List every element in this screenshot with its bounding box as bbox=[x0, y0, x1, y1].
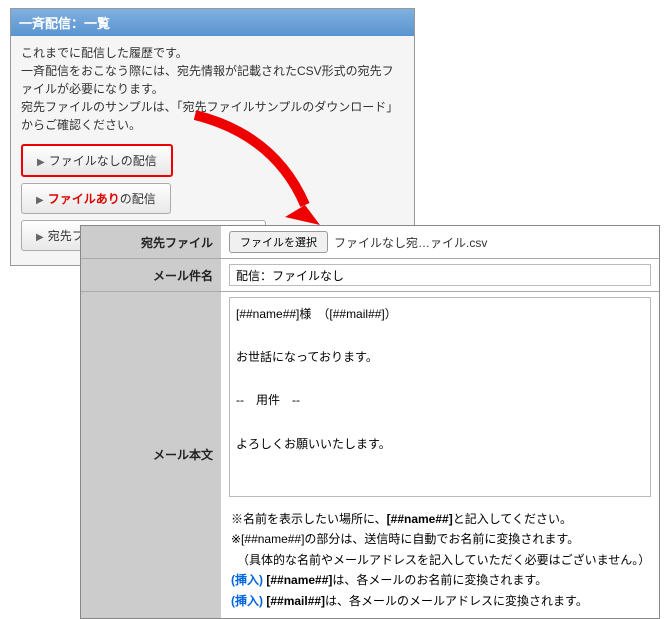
insert-label[interactable]: (挿入) bbox=[231, 594, 263, 608]
button-label: ファイルなしの配信 bbox=[49, 154, 157, 168]
desc-line: 一斉配信をおこなう際には、宛先情報が記載されたCSV形式の宛先ファイルが必要にな… bbox=[21, 62, 404, 98]
choose-file-button[interactable]: ファイルを選択 bbox=[229, 231, 328, 253]
recipient-file-row: 宛先ファイル ファイルを選択 ファイルなし宛…ァイル.csv bbox=[81, 226, 659, 259]
note-line: ※名前を表示したい場所に、[##name##]と記入してください。 bbox=[231, 509, 649, 529]
field-label: 宛先ファイル bbox=[81, 226, 221, 258]
button-label-strong: ファイルあり bbox=[48, 192, 120, 206]
field-value bbox=[221, 259, 659, 291]
triangle-icon: ▶ bbox=[37, 157, 45, 168]
note-line: (挿入) [##mail##]は、各メールのメールアドレスに変換されます。 bbox=[231, 591, 649, 611]
button-label-rest: の配信 bbox=[120, 192, 156, 206]
note-line: ※[##name##]の部分は、送信時に自動でお名前に変換されます。 bbox=[231, 529, 649, 549]
placeholder-token: [##name##] bbox=[266, 573, 332, 587]
body-row: メール本文 ※名前を表示したい場所に、[##name##]と記入してください。 … bbox=[81, 292, 659, 618]
panel-description: これまでに配信した履歴です。 一斉配信をおこなう際には、宛先情報が記載されたCS… bbox=[21, 44, 404, 134]
send-without-file-button[interactable]: ▶ ファイルなしの配信 bbox=[21, 144, 173, 177]
placeholder-token: [##name##] bbox=[387, 512, 453, 526]
body-notes: ※名前を表示したい場所に、[##name##]と記入してください。 ※[##na… bbox=[229, 503, 651, 613]
desc-line: 宛先ファイルのサンプルは、「宛先ファイルサンプルのダウンロード」からご確認くださ… bbox=[21, 98, 404, 134]
field-value: ファイルを選択 ファイルなし宛…ァイル.csv bbox=[221, 226, 659, 258]
send-with-file-button[interactable]: ▶ ファイルありの配信 bbox=[21, 183, 171, 214]
triangle-icon: ▶ bbox=[36, 195, 44, 206]
selected-file-name: ファイルなし宛…ァイル.csv bbox=[334, 234, 487, 251]
placeholder-token: [##mail##] bbox=[266, 594, 325, 608]
subject-input[interactable] bbox=[229, 264, 651, 286]
subject-row: メール件名 bbox=[81, 259, 659, 292]
field-label: メール件名 bbox=[81, 259, 221, 291]
body-textarea[interactable] bbox=[229, 297, 651, 497]
panel-title: 一斉配信：一覧 bbox=[11, 9, 414, 36]
insert-label[interactable]: (挿入) bbox=[231, 573, 263, 587]
mail-compose-form: 宛先ファイル ファイルを選択 ファイルなし宛…ァイル.csv メール件名 メール… bbox=[80, 225, 660, 619]
field-value: ※名前を表示したい場所に、[##name##]と記入してください。 ※[##na… bbox=[221, 292, 659, 618]
triangle-icon: ▶ bbox=[36, 232, 44, 243]
note-line: (挿入) [##name##]は、各メールのお名前に変換されます。 bbox=[231, 570, 649, 590]
desc-line: これまでに配信した履歴です。 bbox=[21, 44, 404, 62]
field-label: メール本文 bbox=[81, 292, 221, 618]
note-line: （具体的な名前やメールアドレスを記入していただく必要はございません。） bbox=[231, 550, 649, 570]
